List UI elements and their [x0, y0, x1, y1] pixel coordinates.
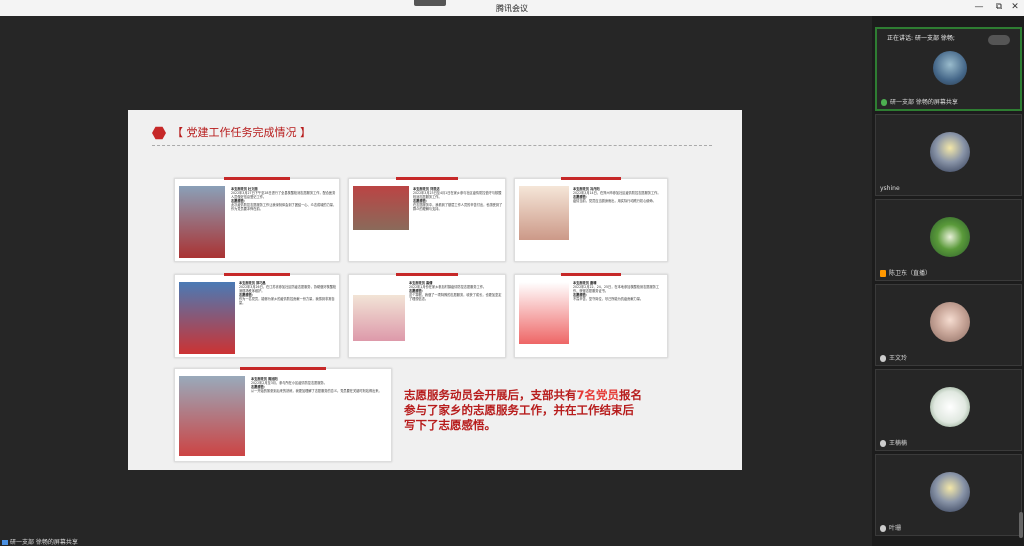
avatar — [930, 472, 970, 512]
hexagon-icon — [152, 126, 166, 140]
mic-icon — [880, 525, 886, 532]
card-accent — [224, 273, 290, 276]
certificate-image — [519, 282, 569, 344]
speaking-label: 正在讲话: — [887, 35, 914, 42]
window-title: 腾讯会议 — [496, 4, 528, 13]
card-line: 疫情当前，党员应当挺身而出，用实际行动践行初心使命。 — [573, 199, 656, 203]
card-accent — [395, 177, 459, 180]
volunteer-photo — [179, 186, 225, 258]
card-accent — [239, 367, 327, 370]
summary-highlight: 7名党员 — [576, 388, 620, 402]
card-text: 本支部党员 周旭阳 2022年2月至3月，参与所在小区疫情防控志愿服务。 志愿感… — [251, 377, 389, 459]
member-card: 本支部党员 唐晴 2022年2月22、24、25日，在本地参加核酸检测志愿服务工… — [514, 273, 668, 358]
expand-icon[interactable] — [988, 35, 1010, 45]
card-line: 此次疫情防控志愿服务工作让我深刻体会到了团结一心、众志成城的力量，作为党员要冲锋… — [231, 203, 337, 211]
participant-tile[interactable]: 叶珊 — [875, 454, 1022, 536]
share-status-text: 研一支部 徐畅的屏幕共享 — [10, 539, 78, 546]
volunteer-photo — [353, 186, 409, 230]
card-line: 不畏辛苦，坚守岗位，尽己所能为抗疫贡献力量。 — [573, 297, 644, 301]
scrollbar[interactable] — [1019, 512, 1023, 538]
participant-tile[interactable]: 王文玲 — [875, 284, 1022, 366]
screen-share-status: 研一支部 徐畅的屏幕共享 — [2, 537, 78, 546]
avatar — [930, 217, 970, 257]
volunteer-photo — [179, 282, 235, 354]
volunteer-photo — [179, 376, 245, 456]
slide-title: 【 党建工作任务完成情况 】 — [172, 126, 311, 139]
participant-label: 陈卫东（直播） — [889, 270, 932, 277]
card-accent — [224, 177, 290, 180]
participant-label: 研一支部 徐畅的屏幕共享 — [890, 99, 958, 106]
card-line: 2022年3月23日至4月1日在家乡参与社区疫情防控值守与核酸检测志愿服务工作。 — [413, 191, 502, 199]
minimize-button[interactable]: — — [972, 2, 986, 12]
divider — [152, 145, 712, 146]
shared-screen-area: 【 党建工作任务完成情况 】 本支部党员 杜文丽 2022年3月27日下午至28… — [0, 16, 872, 546]
member-card: 本支部党员 冯丹阳 2022年3月14日，在郑州市参加社区疫情防控志愿服务工作。… — [514, 177, 668, 262]
member-card: 本支部党员 周旭阳 2022年2月至3月，参与所在小区疫情防控志愿服务。 志愿感… — [174, 367, 392, 462]
card-line: 这个寒假，我做了一项特殊的志愿服务，收获了成长，也更加坚定了理想信念。 — [409, 293, 502, 301]
speaking-indicator: 正在讲话: 研一支部 徐畅; — [887, 33, 955, 42]
avatar — [933, 51, 967, 85]
mic-icon — [881, 99, 887, 106]
participant-name: 陈卫东（直播） — [880, 268, 931, 277]
card-line: 2022年2月22、24、25日，在本地参加核酸检测志愿服务工作，获得志愿服务证… — [573, 285, 660, 293]
card-accent — [560, 177, 622, 180]
avatar — [930, 387, 970, 427]
participant-panel: 正在讲话: 研一支部 徐畅; 研一支部 徐畅的屏幕共享 yshine 陈卫东（直… — [872, 16, 1024, 546]
participant-name: yshine — [880, 185, 900, 192]
member-card: 本支部党员 高倩 2022年1月份在家乡参加村镇疫情防控志愿服务工作。 志愿感悟… — [348, 273, 506, 358]
summary-text: 志愿服务动员会开展后，支部共有 — [404, 388, 577, 402]
card-text: 本支部党员 刘思洁 2022年3月23日至4月1日在家乡参与社区疫情防控值守与核… — [413, 187, 503, 259]
card-text: 本支部党员 杜文丽 2022年3月27日下午至28日进行了全县核酸检测志愿服务工… — [231, 187, 337, 259]
speaking-name: 研一支部 徐畅; — [914, 35, 955, 42]
slide-summary: 志愿服务动员会开展后，支部共有7名党员报名参与了家乡的志愿服务工作，并在工作结束… — [404, 388, 644, 433]
participant-tile[interactable]: yshine — [875, 114, 1022, 196]
certificate-image — [353, 295, 405, 341]
card-text: 本支部党员 唐晴 2022年2月22、24、25日，在本地参加核酸检测志愿服务工… — [573, 281, 665, 355]
card-line: 从一开始的紧张到后来的熟练，我更加理解了志愿服务的意义。党员要在关键时刻站得出来… — [251, 389, 382, 393]
participant-label: 王楠楠 — [889, 440, 908, 447]
certificate-image — [519, 186, 569, 240]
participant-name: 叶珊 — [880, 523, 901, 532]
card-accent — [560, 273, 622, 276]
member-card: 本支部党员 刘思洁 2022年3月23日至4月1日在家乡参与社区疫情防控值守与核… — [348, 177, 506, 262]
restore-button[interactable]: ⧉ — [992, 2, 1006, 12]
participant-tile[interactable]: 正在讲话: 研一支部 徐畅; 研一支部 徐畅的屏幕共享 — [875, 27, 1022, 111]
card-text: 本支部党员 冯丹阳 2022年3月14日，在郑州市参加社区疫情防控志愿服务工作。… — [573, 187, 665, 259]
card-text: 本支部党员 郑巧昌 2022年3月26日，在江苏省参加社区防疫志愿服务，协助做好… — [239, 281, 337, 355]
participant-name: 王楠楠 — [880, 438, 907, 447]
close-button[interactable]: ✕ — [1008, 2, 1022, 12]
card-text: 本支部党员 高倩 2022年1月份在家乡参加村镇疫情防控志愿服务工作。 志愿感悟… — [409, 281, 503, 355]
mic-icon — [880, 440, 886, 447]
participant-tile[interactable]: 王楠楠 — [875, 369, 1022, 451]
card-line: 作为一名党员，能够为家乡的疫情防控贡献一份力量，我感到非常自豪。 — [239, 297, 335, 305]
avatar — [930, 132, 970, 172]
avatar — [930, 302, 970, 342]
card-line: 2022年3月27日下午至28日进行了全县核酸检测志愿服务工作，配合医务人员做好… — [231, 191, 336, 199]
presentation-slide: 【 党建工作任务完成情况 】 本支部党员 杜文丽 2022年3月27日下午至28… — [128, 110, 742, 470]
screen-share-icon — [2, 540, 8, 545]
participant-tile[interactable]: 陈卫东（直播） — [875, 199, 1022, 281]
card-line: 2022年3月26日，在江苏省参加社区防疫志愿服务，协助做好核酸检测现场秩序维护… — [239, 285, 337, 293]
member-card: 本支部党员 郑巧昌 2022年3月26日，在江苏省参加社区防疫志愿服务，协助做好… — [174, 273, 340, 358]
participant-name: 王文玲 — [880, 353, 907, 362]
card-accent — [395, 273, 459, 276]
live-icon — [880, 270, 886, 277]
participant-label: 叶珊 — [889, 525, 902, 532]
title-bar: 腾讯会议 — ⧉ ✕ — [0, 0, 1024, 16]
participant-name: 研一支部 徐畅的屏幕共享 — [881, 97, 958, 106]
card-line: 在志愿服务中，我看到了基层工作人员的辛苦付出，也感受到了群众的理解与支持。 — [413, 203, 503, 211]
participant-label: 王文玲 — [889, 355, 908, 362]
member-card: 本支部党员 杜文丽 2022年3月27日下午至28日进行了全县核酸检测志愿服务工… — [174, 177, 340, 262]
mic-icon — [880, 355, 886, 362]
